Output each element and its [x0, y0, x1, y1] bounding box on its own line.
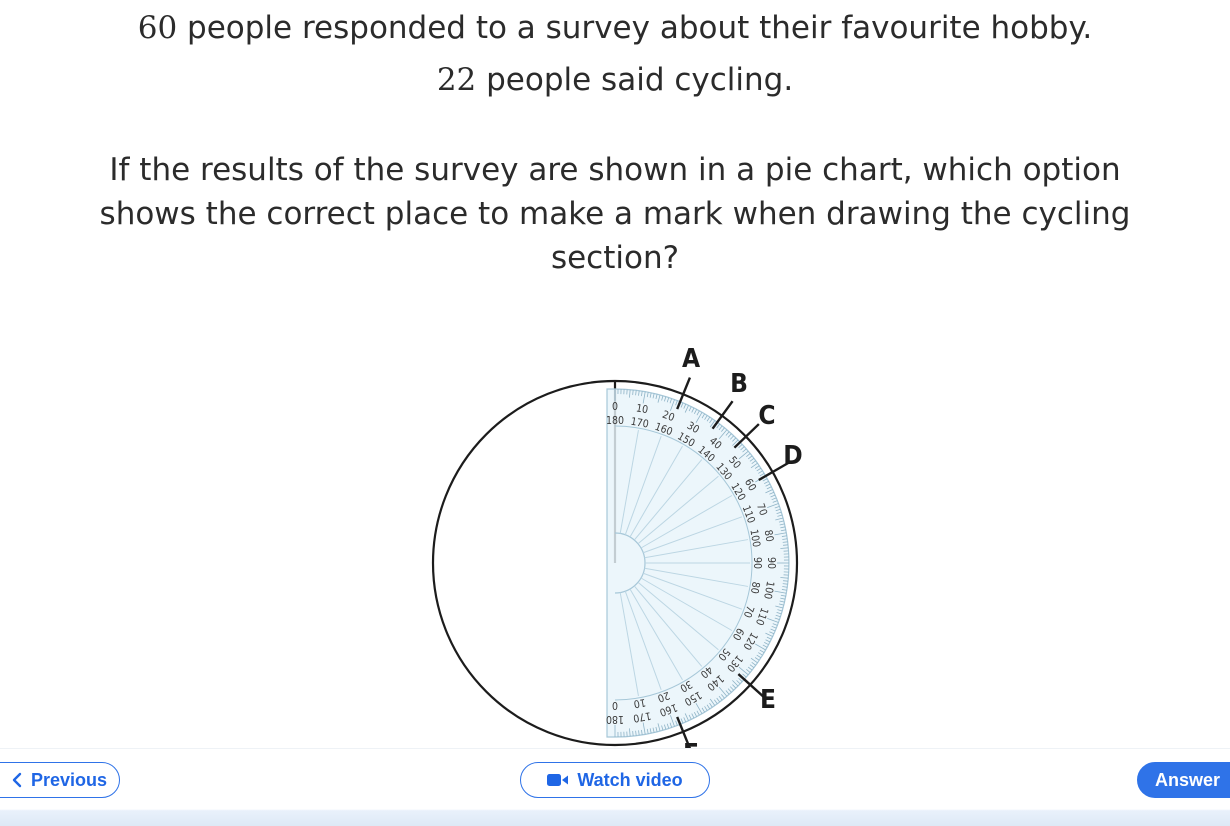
question-text-1: people responded to a survey about their… — [177, 10, 1092, 46]
option-label-f: F — [683, 739, 699, 748]
outer-scale-number: 0 — [612, 401, 618, 413]
option-label-b: B — [730, 369, 748, 399]
protractor-tick — [783, 545, 788, 546]
inner-scale-number: 0 — [612, 699, 618, 711]
watch-video-label: Watch video — [577, 770, 682, 791]
protractor-tick — [633, 390, 634, 395]
answer-button[interactable]: Answer — [1137, 762, 1230, 798]
inner-scale-number: 180 — [606, 415, 624, 427]
question-line-1: 60 people responded to a survey about th… — [0, 6, 1230, 50]
option-label-e: E — [760, 685, 776, 715]
watch-video-button[interactable]: Watch video — [520, 762, 710, 798]
video-camera-icon — [547, 773, 569, 787]
footer-bar: Previous Watch video Answer — [0, 748, 1230, 826]
inner-scale-number: 90 — [751, 557, 763, 569]
option-label-c: C — [758, 401, 775, 431]
option-label-d: D — [783, 441, 802, 471]
protractor-tick — [783, 581, 788, 582]
cycling-count: 22 — [437, 62, 476, 98]
chevron-left-icon — [11, 772, 23, 788]
people-count: 60 — [138, 10, 177, 46]
question-text-2: people said cycling. — [476, 62, 793, 98]
answer-button-label: Answer — [1155, 770, 1220, 791]
protractor-tick — [633, 731, 634, 736]
outer-scale-number: 80 — [762, 529, 776, 543]
question-line-3: If the results of the survey are shown i… — [0, 148, 1230, 192]
previous-button-label: Previous — [31, 770, 107, 791]
option-label-a: A — [682, 344, 700, 374]
outer-scale-number: 90 — [765, 557, 777, 569]
inner-scale-number: 80 — [748, 581, 762, 595]
pie-protractor-figure: 0102030405060708090100110120130140150160… — [395, 330, 835, 748]
outer-scale-number: 10 — [635, 402, 649, 416]
question-line-5: section? — [0, 236, 1230, 280]
option-mark-b — [713, 401, 733, 429]
question-line-2: 22 people said cycling. — [0, 58, 1230, 102]
inner-scale-number: 10 — [633, 696, 647, 710]
protractor-diagram: 0102030405060708090100110120130140150160… — [395, 330, 835, 748]
previous-button[interactable]: Previous — [0, 762, 120, 798]
outer-scale-number: 180 — [606, 713, 624, 725]
question-line-4: shows the correct place to make a mark w… — [0, 192, 1230, 236]
